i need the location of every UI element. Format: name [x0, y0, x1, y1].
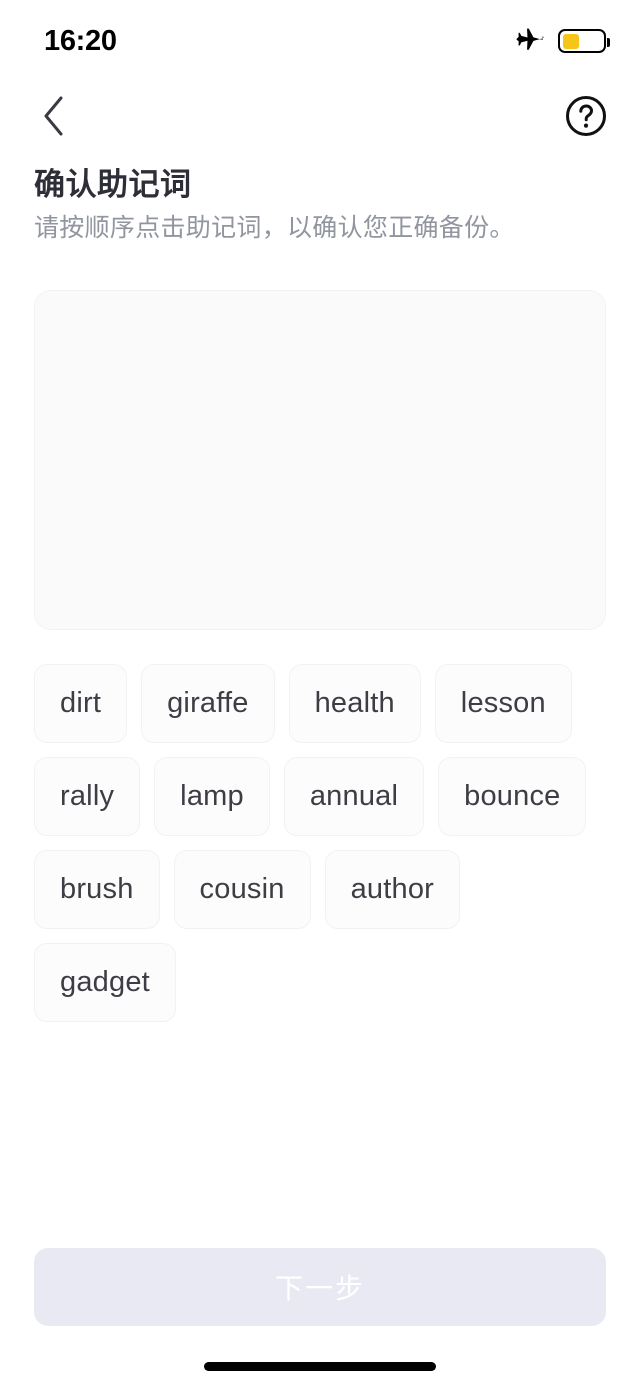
selected-words-area[interactable]: [34, 290, 606, 630]
chevron-left-icon: [39, 93, 69, 144]
word-chip[interactable]: annual: [283, 757, 425, 836]
word-chip[interactable]: lesson: [434, 664, 572, 743]
home-indicator: [204, 1362, 436, 1371]
word-chip[interactable]: giraffe: [141, 664, 275, 743]
word-chip[interactable]: author: [324, 850, 461, 929]
word-chip[interactable]: cousin: [173, 850, 311, 929]
page-subtitle: 请按顺序点击助记词，以确认您正确备份。: [34, 214, 515, 242]
page-title: 确认助记词: [34, 167, 192, 202]
next-button[interactable]: 下一步: [34, 1248, 606, 1326]
question-mark-circle-icon: [564, 94, 608, 143]
word-chip[interactable]: brush: [34, 850, 160, 929]
nav-bar: [0, 78, 640, 158]
help-button[interactable]: [558, 90, 614, 146]
status-indicators: [514, 21, 610, 57]
status-bar: 16:20: [0, 0, 640, 78]
word-chip[interactable]: health: [288, 664, 421, 743]
phone-screen: 16:20 确认助记词 请按顺序点击助记词，以确认您正确备份。 dirt gir…: [0, 0, 640, 1385]
word-bank: dirt giraffe health lesson rally lamp annual bo…: [34, 664, 610, 1022]
word-chip[interactable]: rally: [34, 757, 141, 836]
word-chip[interactable]: bounce: [438, 757, 587, 836]
word-chip[interactable]: gadget: [34, 943, 176, 1022]
back-button[interactable]: [26, 90, 82, 146]
word-chip[interactable]: lamp: [154, 757, 270, 836]
word-chip[interactable]: dirt: [34, 664, 128, 743]
battery-icon: [558, 29, 610, 53]
airplane-icon: [514, 25, 546, 57]
status-time: 16:20: [44, 24, 117, 57]
